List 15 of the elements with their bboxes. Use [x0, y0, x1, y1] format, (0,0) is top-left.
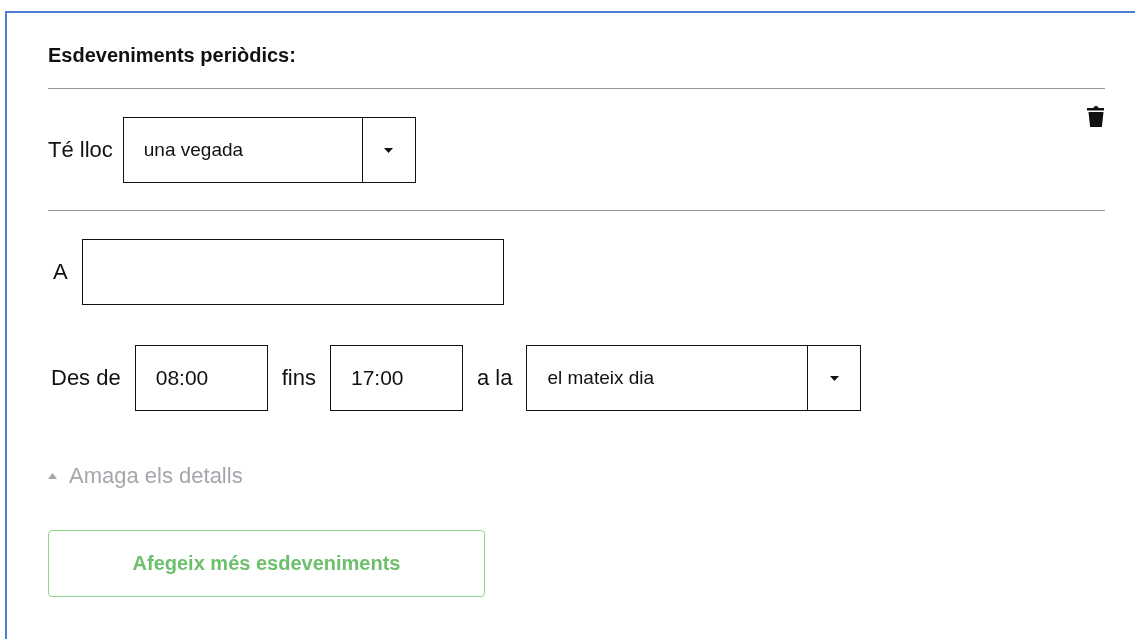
trash-icon[interactable] [1087, 106, 1105, 128]
caret-icon [829, 375, 839, 381]
end-time-field[interactable]: 17:00 [329, 345, 463, 411]
caret-icon [384, 147, 394, 153]
start-time-field[interactable]: 08:00 [134, 345, 268, 411]
field-label: A [53, 259, 68, 285]
field-label: fins [281, 365, 316, 391]
triangle-icon [48, 473, 57, 479]
section-title: Esdeveniments periòdics: [48, 43, 297, 67]
occurrence-select[interactable]: una vegada [122, 117, 416, 183]
field-label: Des de [51, 365, 121, 391]
field-label: a la [476, 365, 513, 391]
day-select[interactable]: el mateix dia [526, 345, 862, 411]
field-label: Té lloc [48, 137, 113, 163]
location-field[interactable] [81, 239, 504, 305]
